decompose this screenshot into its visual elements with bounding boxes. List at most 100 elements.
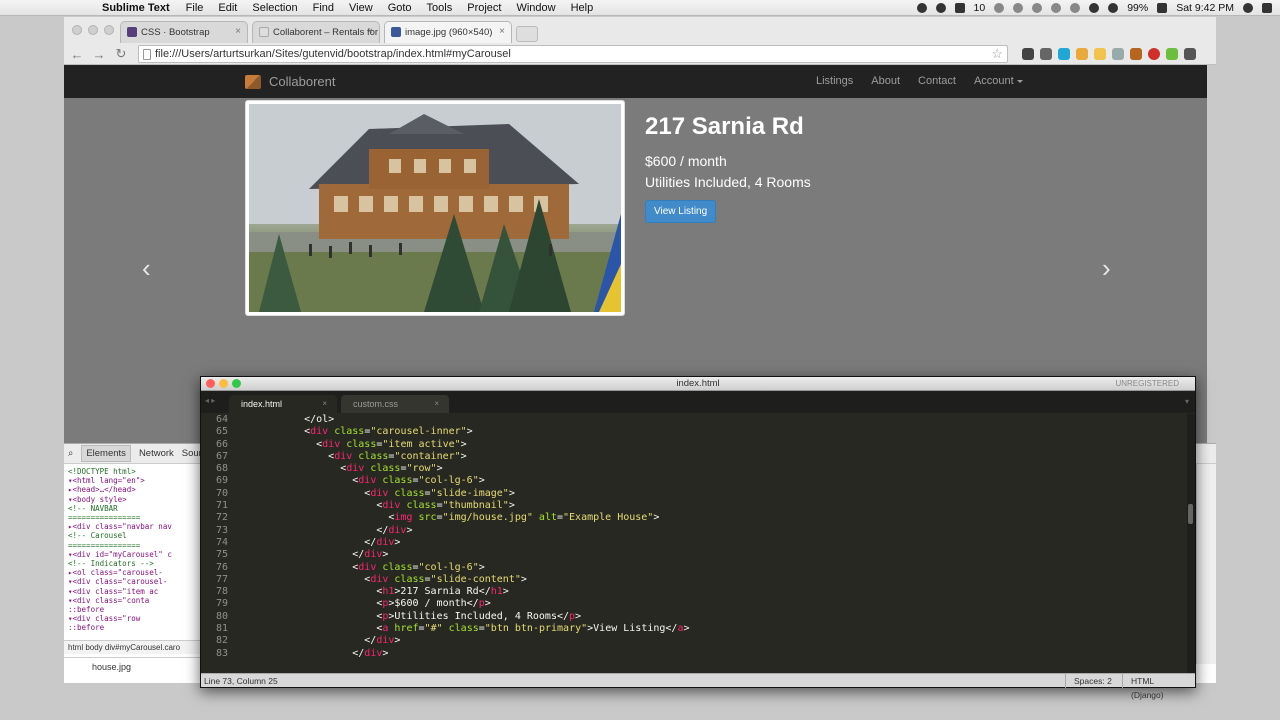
minimize-button[interactable] — [219, 379, 228, 388]
scrollbar-thumb[interactable] — [1188, 504, 1193, 524]
code-editor[interactable]: 64 </ol> 65 <div class="carousel-inner"> 6… — [201, 414, 1187, 673]
back-icon[interactable]: ← — [68, 47, 86, 62]
folder-icon[interactable] — [1094, 48, 1106, 60]
tab-close-icon[interactable]: × — [322, 399, 327, 408]
code-line[interactable]: 71 <div class="thumbnail"> — [201, 500, 1187, 512]
dom-node[interactable]: <!DOCTYPE html> — [68, 467, 202, 476]
view-listing-button[interactable]: View Listing — [645, 200, 717, 223]
code-line[interactable]: 70 <div class="slide-image"> — [201, 488, 1187, 500]
bluetooth-icon[interactable] — [1070, 3, 1081, 13]
menu-project[interactable]: Project — [467, 2, 501, 14]
reload-icon[interactable]: ↻ — [112, 46, 130, 62]
code-line[interactable]: 68 <div class="row"> — [201, 463, 1187, 475]
extension-icon[interactable] — [1076, 48, 1088, 60]
dom-comment[interactable]: <!-- Indicators --> — [68, 559, 202, 568]
code-text[interactable]: <div class="carousel-inner"> — [228, 426, 473, 438]
dom-node[interactable]: ▾<body style> — [68, 495, 202, 504]
code-text[interactable]: </div> — [228, 537, 400, 549]
code-line[interactable]: 79 <p>$600 / month</p> — [201, 598, 1187, 610]
tab-close-icon[interactable]: × — [367, 26, 373, 37]
nav-account-dropdown[interactable]: Account — [974, 75, 1023, 87]
extension-icon[interactable] — [1112, 48, 1124, 60]
sync-icon[interactable] — [1032, 3, 1043, 13]
code-text[interactable]: <h1>217 Sarnia Rd</h1> — [228, 586, 508, 598]
notification-count[interactable]: 10 — [974, 2, 986, 14]
menu-help[interactable]: Help — [571, 2, 594, 14]
evernote-icon[interactable] — [1166, 48, 1178, 60]
status-icon[interactable] — [916, 3, 927, 13]
tab-close-icon[interactable]: × — [499, 26, 505, 37]
close-button[interactable] — [206, 379, 215, 388]
devtools-file-entry[interactable]: house.jpg — [64, 657, 202, 683]
code-line[interactable]: 82 </div> — [201, 635, 1187, 647]
dom-comment[interactable]: <!-- Carousel — [68, 531, 202, 540]
code-line[interactable]: 75 </div> — [201, 549, 1187, 561]
menu-file[interactable]: File — [186, 2, 204, 14]
code-text[interactable]: <div class="container"> — [228, 451, 467, 463]
dom-comment[interactable]: <!-- NAVBAR — [68, 504, 202, 513]
code-text[interactable]: <div class="slide-content"> — [228, 574, 527, 586]
move-icon[interactable] — [1013, 3, 1024, 13]
tab-image[interactable]: image.jpg (960×540) × — [384, 21, 512, 43]
cookie-icon[interactable] — [1130, 48, 1142, 60]
code-line[interactable]: 81 <a href="#" class="btn btn-primary">V… — [201, 623, 1187, 635]
editor-tab-custom-css[interactable]: custom.css × — [341, 395, 449, 413]
code-line[interactable]: 80 <p>Utilities Included, 4 Rooms</p> — [201, 611, 1187, 623]
zoom-button[interactable] — [104, 25, 114, 35]
dom-node[interactable]: ▾<html lang="en"> — [68, 476, 202, 485]
code-text[interactable]: <div class="item active"> — [228, 439, 467, 451]
plus-icon[interactable] — [954, 3, 965, 13]
code-text[interactable]: <p>Utilities Included, 4 Rooms</p> — [228, 611, 581, 623]
carousel-prev-icon[interactable]: ‹ — [142, 255, 151, 281]
editor-scrollbar[interactable] — [1187, 414, 1195, 673]
code-text[interactable]: </div> — [228, 648, 388, 660]
code-text[interactable]: </div> — [228, 635, 400, 647]
forward-icon[interactable]: → — [90, 47, 108, 62]
adblock-icon[interactable] — [1148, 48, 1160, 60]
menu-goto[interactable]: Goto — [388, 2, 412, 14]
code-text[interactable]: <div class="col-lg-6"> — [228, 562, 485, 574]
code-text[interactable]: <div class="col-lg-6"> — [228, 475, 485, 487]
code-text[interactable]: <div class="slide-image"> — [228, 488, 515, 500]
syntax-setting[interactable]: HTML (Django) — [1122, 674, 1195, 700]
dom-node[interactable]: ▾<div class="row — [68, 614, 202, 623]
notification-center-icon[interactable] — [1262, 3, 1272, 13]
address-bar[interactable]: file:///Users/arturtsurkan/Sites/gutenvi… — [138, 45, 1008, 63]
tab-network[interactable]: Network — [139, 448, 174, 459]
extension-icon[interactable] — [1058, 48, 1070, 60]
app-menu[interactable]: Sublime Text — [102, 2, 170, 14]
code-text[interactable]: </ol> — [228, 414, 334, 426]
nav-about[interactable]: About — [871, 75, 900, 87]
tab-nav-arrows-icon[interactable]: ◂ ▸ — [205, 396, 215, 405]
devtools-breadcrumb[interactable]: html body div#myCarousel.caro — [64, 640, 202, 654]
menu-selection[interactable]: Selection — [252, 2, 297, 14]
code-text[interactable]: <a href="#" class="btn btn-primary">View… — [228, 623, 689, 635]
code-text[interactable]: </div> — [228, 525, 412, 537]
dom-node[interactable]: ▾<div class="carousel- — [68, 577, 202, 586]
dom-node[interactable]: ▸<ol class="carousel- — [68, 568, 202, 577]
inspect-search-icon[interactable]: ⌕ — [68, 448, 73, 459]
tab-elements[interactable]: Elements — [81, 445, 131, 462]
close-button[interactable] — [72, 25, 82, 35]
shield-icon[interactable] — [994, 3, 1005, 13]
pocket-icon[interactable] — [1040, 48, 1052, 60]
gear-icon[interactable] — [1022, 48, 1034, 60]
code-line[interactable]: 83 </div> — [201, 648, 1187, 660]
record-icon[interactable] — [935, 3, 946, 13]
code-line[interactable]: 67 <div class="container"> — [201, 451, 1187, 463]
spotlight-icon[interactable] — [1243, 3, 1253, 13]
bookmark-star-icon[interactable]: ☆ — [991, 46, 1003, 62]
nav-listings[interactable]: Listings — [816, 75, 853, 87]
battery-percent[interactable]: 99% — [1127, 2, 1148, 14]
code-line[interactable]: 73 </div> — [201, 525, 1187, 537]
clock[interactable]: Sat 9:42 PM — [1176, 2, 1234, 14]
code-text[interactable]: <div class="row"> — [228, 463, 442, 475]
tab-close-icon[interactable]: × — [434, 399, 439, 408]
tab-close-icon[interactable]: × — [235, 26, 241, 37]
code-line[interactable]: 64 </ol> — [201, 414, 1187, 426]
menu-icon[interactable] — [1184, 48, 1196, 60]
new-tab-button[interactable] — [516, 26, 538, 42]
site-brand[interactable]: Collaborent — [245, 74, 336, 89]
tab-dropdown-icon[interactable]: ▾ — [1185, 397, 1189, 406]
wifi-icon[interactable] — [1089, 3, 1100, 13]
